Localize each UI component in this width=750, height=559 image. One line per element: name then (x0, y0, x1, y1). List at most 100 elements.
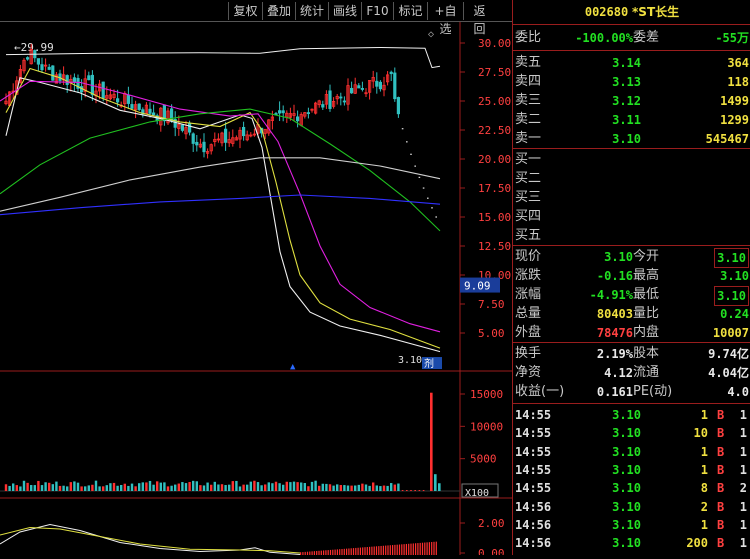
volume-bar (152, 484, 155, 491)
volume-bar (220, 484, 224, 491)
toolbar-button-1[interactable]: 叠加 (262, 2, 295, 20)
weicha-value: -55万 (715, 31, 749, 45)
toolbar-button-6[interactable]: +自选 (427, 2, 463, 36)
indicator-bar (364, 547, 366, 555)
candle-body (180, 124, 184, 131)
volume-bar (210, 484, 213, 491)
quote-value: 80403 (596, 307, 633, 321)
buy-level-3: 买三 (513, 189, 750, 207)
sell-level-4: 卖四 3.13 118 (513, 73, 750, 91)
tick-price: 3.10 (612, 408, 641, 422)
volume-bar (15, 485, 18, 491)
candle-body (295, 116, 300, 122)
candle-body (378, 81, 383, 90)
price-tick-label: 12.50 (478, 240, 511, 253)
indicator-bar (343, 548, 345, 555)
candle-body (151, 112, 156, 116)
buy-label: 买一 (515, 152, 542, 167)
sell-volume: 545467 (705, 132, 749, 146)
fund-label-2: PE(动) (633, 384, 673, 399)
indicator-bar (394, 544, 396, 555)
indicator-dea-line (0, 526, 301, 554)
volume-unit-label: X100 (465, 488, 489, 499)
tick-count: 1 (739, 444, 747, 459)
toolbar-button-2[interactable]: 统计 (295, 2, 328, 20)
quote-value-2: 3.10 (714, 286, 749, 306)
candle-body (116, 98, 120, 103)
indicator-bar (424, 542, 426, 555)
volume-tick-label: 5000 (470, 453, 497, 466)
volume-bar (51, 484, 54, 491)
indicator-bar (325, 550, 327, 555)
tick-side: B (717, 536, 725, 551)
quote-value: 78476 (596, 326, 633, 340)
candle-body (137, 103, 141, 110)
volume-bar (372, 482, 375, 491)
volume-bar (94, 480, 98, 491)
ma60-line (0, 108, 441, 232)
quote-label: 总量 (515, 306, 542, 321)
sell-label: 卖五 (515, 55, 542, 70)
sell-label: 卖三 (515, 93, 542, 108)
tick-price: 3.10 (612, 517, 641, 532)
volume-bar (379, 486, 382, 491)
volume-bar (102, 486, 105, 491)
tick-price: 3.10 (612, 426, 641, 441)
buy-label: 买二 (515, 171, 542, 186)
limit-down-dot (422, 187, 425, 189)
volume-bar (314, 480, 317, 491)
volume-bar (267, 482, 270, 491)
quote-label-2: 量比 (633, 306, 660, 321)
ma250-line (0, 194, 441, 216)
stock-name: *ST长生 (632, 5, 680, 19)
indicator-bar (355, 547, 357, 555)
indicator-bar (410, 543, 412, 555)
indicator-bar (311, 551, 313, 555)
price-tick-label: 20.00 (478, 153, 511, 166)
toolbar-button-4[interactable]: F10 (361, 2, 393, 20)
toolbar-button-0[interactable]: 复权 (228, 2, 262, 20)
candle-body (375, 80, 379, 87)
volume-bar (199, 485, 202, 491)
toolbar-button-7[interactable]: 返回 (463, 2, 495, 36)
volume-bar (260, 485, 263, 491)
candle-body (277, 110, 282, 114)
tick-row: 14:55 3.10 1 B 1 (513, 461, 750, 479)
indicator-bar (348, 548, 350, 555)
indicator-bar (401, 544, 403, 555)
volume-bar (40, 485, 44, 491)
toolbar-button-5[interactable]: 标记 (393, 2, 427, 20)
indicator-bar (371, 546, 373, 555)
limit-down-dot (401, 128, 404, 130)
buy-label: 买五 (515, 228, 542, 243)
kline-chart[interactable]: 30.00 27.50 25.00 22.50 20.00 17.50 15.00 12.50… (0, 22, 512, 559)
candle-body (72, 77, 76, 83)
volume-bar (141, 482, 144, 491)
indicator-bar (320, 550, 322, 555)
fund-row-0: 换手 2.19% 股本 9.74亿 (513, 345, 750, 363)
candle-body (274, 113, 278, 115)
volume-bar (166, 486, 170, 491)
volume-bar (112, 482, 116, 491)
volume-bar (332, 485, 335, 491)
indicator-bar (327, 550, 329, 555)
volume-bar (289, 482, 292, 491)
quote-value: -0.16 (596, 269, 633, 283)
volume-bar (224, 485, 227, 491)
buy-level-5: 买五 (513, 227, 750, 245)
tick-time: 14:56 (515, 499, 552, 514)
indicator-bar (350, 548, 352, 555)
candle-body (328, 90, 332, 109)
volume-bar (438, 483, 441, 491)
toolbar-button-3[interactable]: 画线 (328, 2, 361, 20)
tick-row: 14:55 3.10 10 B 1 (513, 424, 750, 442)
tick-price: 3.10 (612, 499, 641, 514)
indicator-bar (329, 549, 332, 555)
indicator-bar (359, 547, 361, 555)
volume-bar (278, 483, 281, 491)
volume-bar (58, 485, 62, 491)
volume-tick-label: 10000 (470, 420, 503, 433)
candle-body (25, 57, 30, 60)
fund-label: 净资 (515, 365, 542, 380)
tick-time: 14:56 (515, 517, 552, 532)
